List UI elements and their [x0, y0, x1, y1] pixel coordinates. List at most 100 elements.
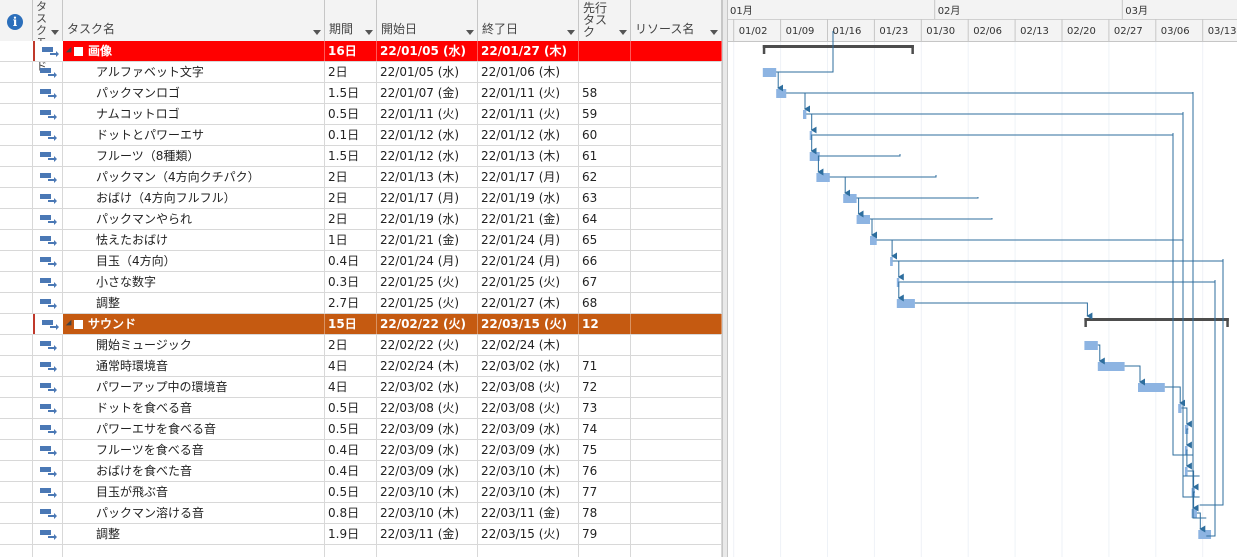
collapse-icon[interactable]	[65, 319, 75, 329]
task-mode-cell[interactable]	[33, 188, 63, 208]
task-mode-cell[interactable]	[33, 230, 63, 250]
duration-cell[interactable]: 0.5日	[325, 398, 377, 418]
task-mode-cell[interactable]	[33, 314, 63, 334]
row-indicator-cell[interactable]	[0, 188, 33, 208]
predecessor-cell[interactable]	[579, 335, 631, 355]
row-indicator-cell[interactable]	[0, 314, 33, 334]
finish-date-cell[interactable]: 22/03/02 (水)	[478, 356, 579, 376]
row-indicator-cell[interactable]	[0, 125, 33, 145]
row-indicator-cell[interactable]	[0, 251, 33, 271]
duration-cell[interactable]: 1.9日	[325, 524, 377, 544]
chevron-down-icon[interactable]	[365, 30, 373, 35]
table-row[interactable]: 目玉（4方向） 0.4日 22/01/24 (月) 22/01/24 (月) 66	[0, 251, 722, 272]
resource-cell[interactable]	[631, 167, 722, 187]
task-name-cell[interactable]: ナムコットロゴ	[63, 104, 325, 124]
start-date-cell[interactable]: 22/01/25 (火)	[377, 293, 478, 313]
resource-cell[interactable]	[631, 188, 722, 208]
resource-cell[interactable]	[631, 314, 722, 334]
start-date-cell[interactable]: 22/01/17 (月)	[377, 188, 478, 208]
start-date-cell[interactable]: 22/03/09 (水)	[377, 419, 478, 439]
task-name-cell[interactable]: パワーアップ中の環境音	[63, 377, 325, 397]
task-name-cell[interactable]: 目玉が飛ぶ音	[63, 482, 325, 502]
duration-cell[interactable]: 4日	[325, 377, 377, 397]
predecessor-cell[interactable]: 74	[579, 419, 631, 439]
start-date-cell[interactable]: 22/01/13 (木)	[377, 167, 478, 187]
start-date-cell[interactable]: 22/03/09 (水)	[377, 440, 478, 460]
table-row[interactable]: フルーツを食べる音 0.4日 22/03/09 (水) 22/03/09 (水) 75	[0, 440, 722, 461]
task-name-cell[interactable]: ドットを食べる音	[63, 398, 325, 418]
task-mode-cell[interactable]	[33, 167, 63, 187]
duration-cell[interactable]: 2日	[325, 188, 377, 208]
duration-cell[interactable]: 1.5日	[325, 146, 377, 166]
predecessor-cell[interactable]: 59	[579, 104, 631, 124]
predecessor-cell[interactable]: 68	[579, 293, 631, 313]
row-indicator-cell[interactable]	[0, 377, 33, 397]
row-indicator-cell[interactable]	[0, 209, 33, 229]
row-indicator-cell[interactable]	[0, 104, 33, 124]
row-indicator-cell[interactable]	[0, 83, 33, 103]
duration-cell[interactable]: 0.3日	[325, 272, 377, 292]
table-row[interactable]: パワーアップ中の環境音 4日 22/03/02 (水) 22/03/08 (火) 72	[0, 377, 722, 398]
table-row[interactable]: パックマンやられ 2日 22/01/19 (水) 22/01/21 (金) 64	[0, 209, 722, 230]
empty-cell[interactable]	[377, 545, 478, 557]
start-date-cell[interactable]: 22/01/07 (金)	[377, 83, 478, 103]
resource-cell[interactable]	[631, 41, 722, 61]
predecessor-cell[interactable]: 76	[579, 461, 631, 481]
start-date-cell[interactable]: 22/03/10 (木)	[377, 503, 478, 523]
row-indicator-cell[interactable]	[0, 524, 33, 544]
predecessor-cell[interactable]: 12	[579, 314, 631, 334]
chevron-down-icon[interactable]	[466, 30, 474, 35]
resource-cell[interactable]	[631, 62, 722, 82]
start-date-cell[interactable]: 22/01/05 (水)	[377, 62, 478, 82]
duration-cell[interactable]: 0.5日	[325, 104, 377, 124]
row-indicator-cell[interactable]	[0, 146, 33, 166]
resource-cell[interactable]	[631, 377, 722, 397]
finish-column-header[interactable]: 終了日	[478, 0, 579, 41]
start-date-cell[interactable]: 22/03/08 (火)	[377, 398, 478, 418]
finish-date-cell[interactable]: 22/03/09 (水)	[478, 419, 579, 439]
chevron-down-icon[interactable]	[710, 30, 718, 35]
predecessor-cell[interactable]: 58	[579, 83, 631, 103]
start-date-cell[interactable]: 22/03/09 (水)	[377, 461, 478, 481]
resource-cell[interactable]	[631, 272, 722, 292]
finish-date-cell[interactable]: 22/03/10 (木)	[478, 461, 579, 481]
table-row[interactable]: おばけを食べた音 0.4日 22/03/09 (水) 22/03/10 (木) 76	[0, 461, 722, 482]
finish-date-cell[interactable]: 22/03/08 (火)	[478, 398, 579, 418]
finish-date-cell[interactable]: 22/01/21 (金)	[478, 209, 579, 229]
predecessor-cell[interactable]: 67	[579, 272, 631, 292]
chevron-down-icon[interactable]	[51, 30, 59, 35]
finish-date-cell[interactable]: 22/01/27 (木)	[478, 293, 579, 313]
finish-date-cell[interactable]: 22/01/06 (木)	[478, 62, 579, 82]
resource-cell[interactable]	[631, 335, 722, 355]
table-row[interactable]: 小さな数字 0.3日 22/01/25 (火) 22/01/25 (火) 67	[0, 272, 722, 293]
predecessor-cell[interactable]: 66	[579, 251, 631, 271]
duration-cell[interactable]: 0.5日	[325, 419, 377, 439]
chevron-down-icon[interactable]	[313, 30, 321, 35]
task-mode-cell[interactable]	[33, 272, 63, 292]
predecessor-cell[interactable]: 72	[579, 377, 631, 397]
row-indicator-cell[interactable]	[0, 335, 33, 355]
task-mode-cell[interactable]	[33, 503, 63, 523]
duration-cell[interactable]: 1.5日	[325, 83, 377, 103]
resource-cell[interactable]	[631, 293, 722, 313]
row-indicator-cell[interactable]	[0, 62, 33, 82]
finish-date-cell[interactable]: 22/03/11 (金)	[478, 503, 579, 523]
start-date-cell[interactable]: 22/03/02 (水)	[377, 377, 478, 397]
row-indicator-cell[interactable]	[0, 461, 33, 481]
task-mode-cell[interactable]	[33, 104, 63, 124]
row-indicator-cell[interactable]	[0, 482, 33, 502]
predecessor-cell[interactable]: 64	[579, 209, 631, 229]
row-indicator-cell[interactable]	[0, 503, 33, 523]
task-mode-cell[interactable]	[33, 524, 63, 544]
task-mode-cell[interactable]	[33, 335, 63, 355]
start-date-cell[interactable]: 22/01/05 (水)	[377, 41, 478, 61]
table-row[interactable]: フルーツ（8種類） 1.5日 22/01/12 (水) 22/01/13 (木) 61	[0, 146, 722, 167]
empty-row[interactable]	[0, 545, 722, 557]
task-mode-cell[interactable]	[33, 125, 63, 145]
task-name-cell[interactable]: パックマン（4方向クチパク）	[63, 167, 325, 187]
empty-cell[interactable]	[325, 545, 377, 557]
task-name-cell[interactable]: パックマン溶ける音	[63, 503, 325, 523]
task-name-cell[interactable]: サウンド	[63, 314, 325, 334]
finish-date-cell[interactable]: 22/01/25 (火)	[478, 272, 579, 292]
empty-cell[interactable]	[579, 545, 631, 557]
